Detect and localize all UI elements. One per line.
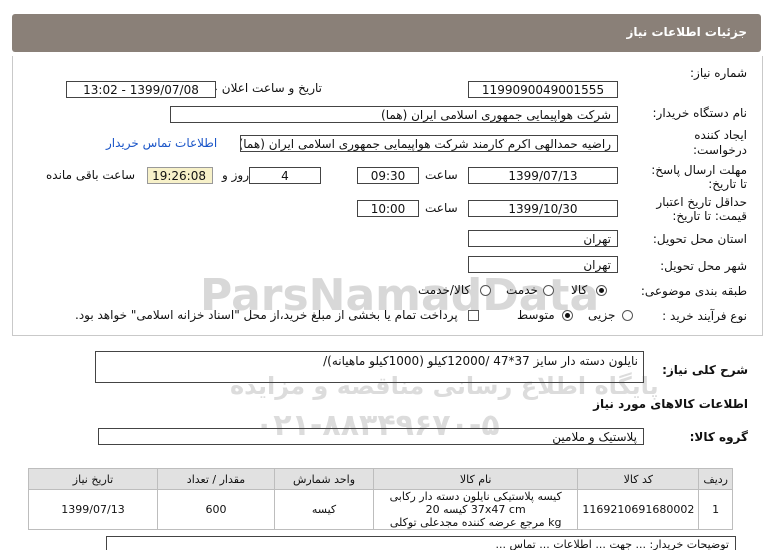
province-field: تهران xyxy=(468,230,618,247)
validity-date-field: 1399/10/30 xyxy=(468,200,618,217)
cell-name-line-1: کیسه پلاستیکی نایلون دسته دار رکابی 37x4… xyxy=(389,490,562,516)
category-radio-both[interactable] xyxy=(480,285,491,296)
creator-label-1: ایجاد کننده xyxy=(694,128,747,142)
col-header-name: نام کالا xyxy=(372,468,579,490)
cell-name-line-2: kg مرجع عرضه کننده مجدعلی توکلی xyxy=(389,516,562,529)
category-radio-service[interactable] xyxy=(543,285,554,296)
col-header-date: تاریخ نیاز xyxy=(28,468,158,490)
city-field: تهران xyxy=(468,256,618,273)
validity-label-1: حداقل تاریخ اعتبار xyxy=(656,195,747,209)
days-label: روز و xyxy=(222,168,249,182)
page-header: جزئیات اطلاعات نیاز xyxy=(12,14,761,52)
validity-time-field: 10:00 xyxy=(357,200,419,217)
process-radio-medium[interactable] xyxy=(562,310,573,321)
need-number-field: 1199090049001555 xyxy=(468,81,618,98)
category-option-both: کالا/خدمت xyxy=(418,283,471,297)
need-number-label: شماره نیاز: xyxy=(690,66,747,80)
goods-section-title: اطلاعات کالاهای مورد نیاز xyxy=(593,397,748,411)
creator-field: راضیه حمدالهی اکرم کارمند شرکت هواپیمایی… xyxy=(240,135,618,152)
province-label: استان محل تحویل: xyxy=(652,232,747,246)
treasury-payment-note: پرداخت تمام یا بخشی از مبلغ خرید،از محل … xyxy=(75,308,458,322)
goods-group-label: گروه کالا: xyxy=(689,430,748,444)
days-remaining-field: 4 xyxy=(249,167,321,184)
category-label: طبقه بندی موضوعی: xyxy=(640,284,747,298)
category-radio-goods[interactable] xyxy=(596,285,607,296)
announce-field: 1399/07/08 - 13:02 xyxy=(66,81,216,98)
process-option-minor: جزیی xyxy=(588,308,616,322)
deadline-time-field: 09:30 xyxy=(357,167,419,184)
cell-qty: 600 xyxy=(157,489,275,530)
cell-unit: کیسه xyxy=(274,489,374,530)
city-label: شهر محل تحویل: xyxy=(660,259,747,273)
col-header-row: ردیف xyxy=(698,468,733,490)
col-header-code: کد کالا xyxy=(577,468,700,490)
process-radio-minor[interactable] xyxy=(622,310,633,321)
process-option-medium: متوسط xyxy=(517,308,555,322)
remaining-label: ساعت باقی مانده xyxy=(46,168,136,182)
table-header-row: ردیف کد کالا نام کالا واحد شمارش مقدار /… xyxy=(28,468,733,490)
col-header-unit: واحد شمارش xyxy=(274,468,374,490)
deadline-date-field: 1399/07/13 xyxy=(468,167,618,184)
table-row[interactable]: 1 1169210691680002 کیسه پلاستیکی نایلون … xyxy=(28,489,733,530)
process-label: نوع فرآیند خرید : xyxy=(662,309,747,323)
creator-label-2: درخواست: xyxy=(693,143,747,157)
deadline-label-2: تا تاریخ: xyxy=(708,177,747,191)
buyer-label: نام دستگاه خریدار: xyxy=(652,106,748,120)
buyer-contact-link[interactable]: اطلاعات تماس خریدار xyxy=(106,136,217,150)
category-option-goods: کالا xyxy=(571,283,588,297)
cell-name: کیسه پلاستیکی نایلون دسته دار رکابی 37x4… xyxy=(372,489,579,530)
buyer-field: شرکت هواپیمایی جمهوری اسلامی ایران (هما) xyxy=(170,106,618,123)
validity-time-label: ساعت xyxy=(425,201,458,215)
deadline-time-label: ساعت xyxy=(425,168,458,182)
description-label: شرح کلی نیاز: xyxy=(662,363,748,377)
col-header-qty: مقدار / تعداد xyxy=(157,468,275,490)
deadline-label-1: مهلت ارسال پاسخ: xyxy=(651,163,747,177)
description-text: نایلون دسته دار سایز 37*47 /12000کیلو (1… xyxy=(323,354,638,368)
page-title: جزئیات اطلاعات نیاز xyxy=(626,25,747,39)
treasury-payment-checkbox[interactable] xyxy=(468,310,479,321)
buyer-notes-text: توضیحات خریدار: ... جهت ... اطلاعات ... … xyxy=(495,538,729,550)
cell-row: 1 xyxy=(698,489,733,530)
cell-code: 1169210691680002 xyxy=(577,489,700,530)
remaining-time-field: 19:26:08 xyxy=(147,167,213,184)
buyer-notes-box: توضیحات خریدار: ... جهت ... اطلاعات ... … xyxy=(106,536,736,550)
category-option-service: خدمت xyxy=(506,283,538,297)
goods-group-field: پلاستیک و ملامین xyxy=(98,428,644,445)
description-box: نایلون دسته دار سایز 37*47 /12000کیلو (1… xyxy=(95,351,644,383)
goods-table: ردیف کد کالا نام کالا واحد شمارش مقدار /… xyxy=(28,468,733,530)
validity-label-2: قیمت: تا تاریخ: xyxy=(672,209,747,223)
cell-date: 1399/07/13 xyxy=(28,489,158,530)
